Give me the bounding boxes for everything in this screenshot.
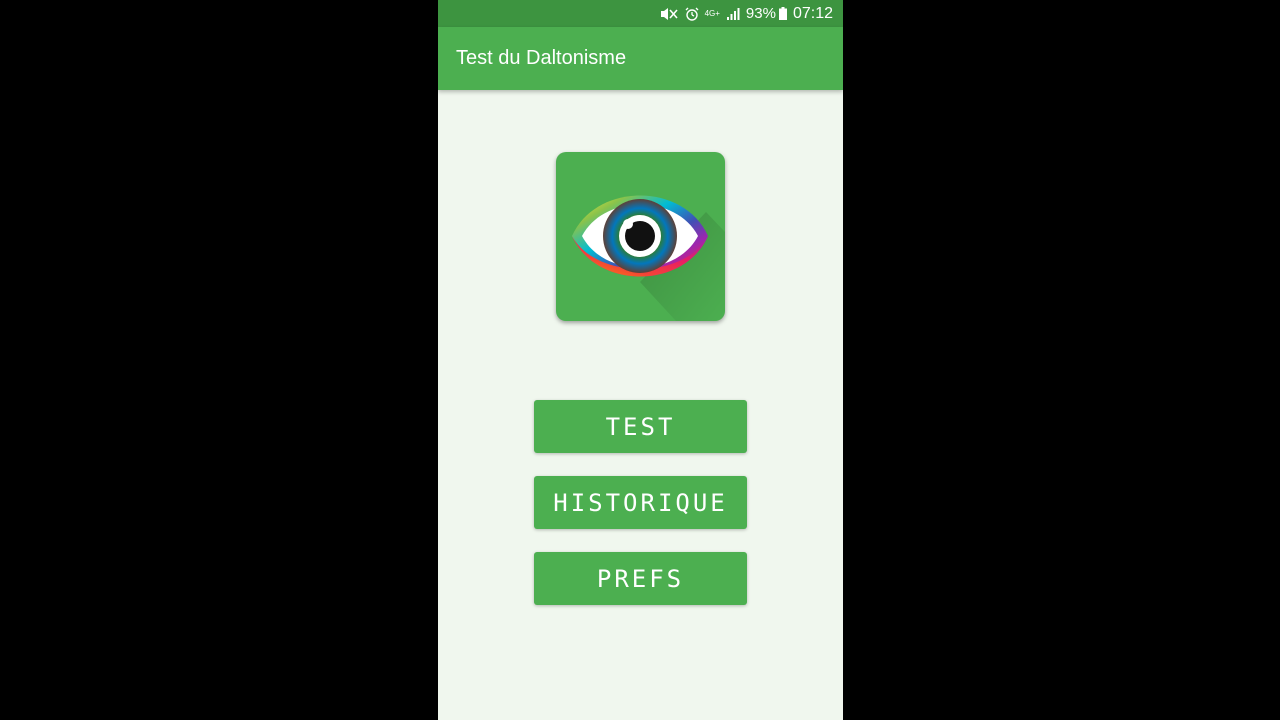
mute-icon [659,7,679,21]
rainbow-eye-icon [572,195,725,321]
prefs-button[interactable]: PREFS [534,552,747,605]
signal-icon [726,7,740,21]
app-bar: Test du Daltonisme [438,27,843,90]
battery-icon [778,7,787,20]
alarm-icon [685,7,699,21]
app-logo [556,152,725,321]
status-bar: 4G+ 93% 07:12 [438,0,843,27]
battery-percent: 93% [745,5,776,22]
history-button[interactable]: HISTORIQUE [534,476,747,529]
network-icon: 4G+ [704,8,720,18]
app-title: Test du Daltonisme [456,47,627,69]
network-type-label: 4G+ [704,8,720,18]
phone-screen: 4G+ 93% 07:12 Test du Daltonisme TEST HI… [438,0,843,720]
test-button[interactable]: TEST [534,400,747,453]
clock-time: 07:12 [792,4,833,22]
